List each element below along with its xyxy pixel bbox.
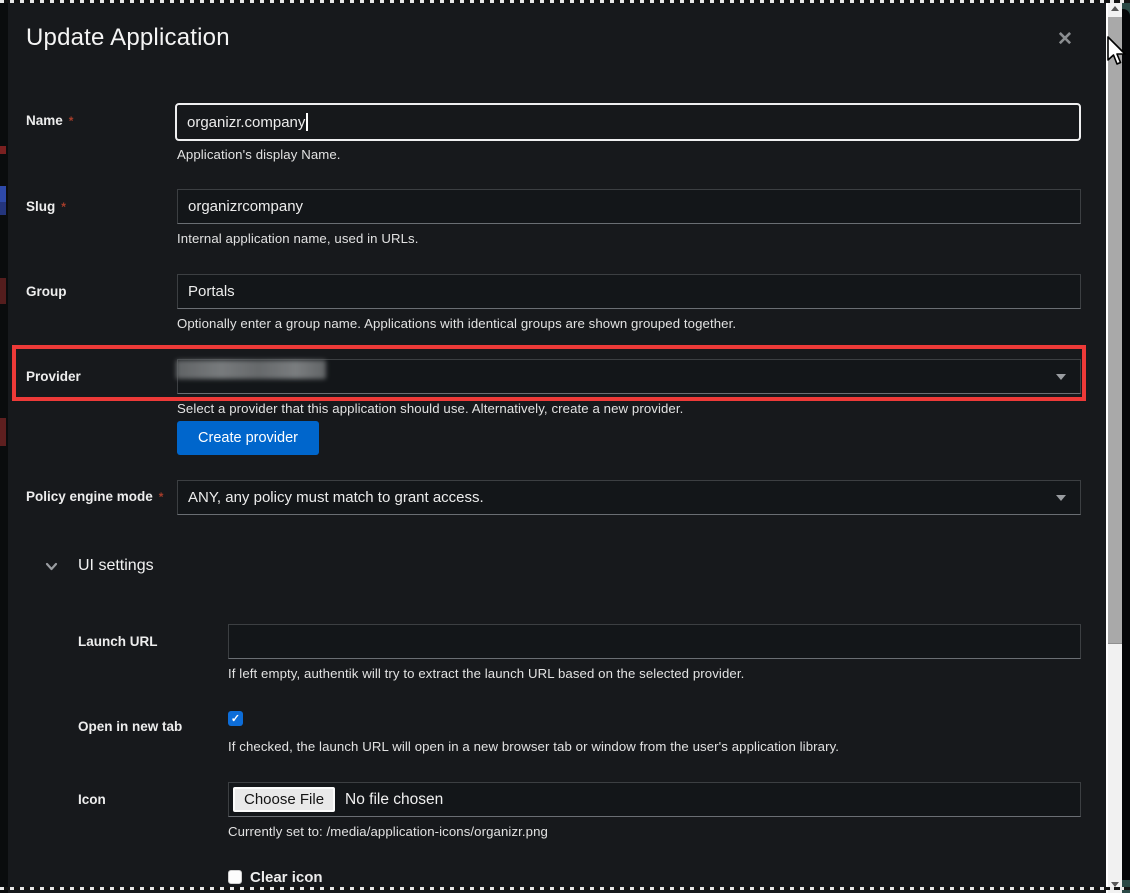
checkmark-icon: ✓ (231, 712, 240, 725)
close-icon[interactable]: ✕ (1057, 28, 1073, 51)
capture-border-top (0, 0, 1130, 3)
ui-settings-section-title[interactable]: UI settings (78, 557, 154, 575)
chevron-down-icon (1056, 495, 1066, 501)
triangle-up-icon (1111, 6, 1119, 11)
icon-file-input[interactable]: Choose File No file chosen (228, 782, 1081, 817)
mouse-cursor (1106, 36, 1128, 73)
required-asterisk: * (61, 200, 66, 214)
modal-title: Update Application (26, 24, 230, 52)
background-fragment (0, 278, 6, 304)
background-fragment (0, 146, 6, 154)
policy-engine-mode-label: Policy engine mode* (26, 489, 163, 504)
file-chosen-status: No file chosen (345, 791, 443, 809)
text-cursor (306, 113, 308, 131)
open-in-new-tab-help: If checked, the launch URL will open in … (228, 739, 839, 754)
chevron-down-icon[interactable] (45, 560, 56, 571)
update-application-modal: Update Application ✕ Name* organizr.comp… (8, 0, 1106, 893)
scroll-down-button[interactable] (1108, 876, 1122, 893)
required-asterisk: * (159, 490, 164, 504)
background-fragment (0, 418, 6, 446)
name-input[interactable]: organizr.company (175, 103, 1081, 141)
background-fragment (0, 202, 6, 215)
background-fragment (0, 186, 6, 202)
launch-url-label: Launch URL (78, 634, 158, 649)
background-page-sliver (0, 0, 8, 893)
group-label: Group (26, 284, 67, 299)
launch-url-help: If left empty, authentik will try to ext… (228, 666, 744, 681)
slug-label: Slug* (26, 199, 66, 214)
clear-icon-label: Clear icon (250, 869, 323, 886)
launch-url-input[interactable] (228, 624, 1081, 659)
screenshot-root: Update Application ✕ Name* organizr.comp… (0, 0, 1130, 893)
open-in-new-tab-label: Open in new tab (78, 719, 182, 734)
vertical-scrollbar[interactable] (1106, 0, 1122, 893)
provider-value-redacted (176, 360, 326, 379)
group-help: Optionally enter a group name. Applicati… (177, 316, 736, 331)
create-provider-button[interactable]: Create provider (177, 421, 319, 455)
slug-input[interactable]: organizrcompany (177, 189, 1081, 224)
slug-help: Internal application name, used in URLs. (177, 231, 419, 246)
group-input[interactable]: Portals (177, 274, 1081, 309)
name-help: Application's display Name. (177, 147, 341, 162)
policy-engine-mode-select[interactable]: ANY, any policy must match to grant acce… (177, 480, 1081, 515)
provider-help: Select a provider that this application … (177, 401, 683, 416)
clear-icon-checkbox[interactable] (228, 870, 242, 884)
icon-help: Currently set to: /media/application-ico… (228, 824, 548, 839)
icon-label: Icon (78, 792, 106, 807)
capture-border-bottom (0, 887, 1130, 890)
required-asterisk: * (69, 114, 74, 128)
window-edge-corner (1122, 9, 1130, 880)
name-label: Name* (26, 113, 73, 128)
scrollbar-thumb[interactable] (1108, 17, 1122, 644)
annotation-highlight-box (12, 345, 1086, 401)
choose-file-button[interactable]: Choose File (233, 787, 335, 812)
open-in-new-tab-checkbox[interactable]: ✓ (228, 711, 243, 726)
